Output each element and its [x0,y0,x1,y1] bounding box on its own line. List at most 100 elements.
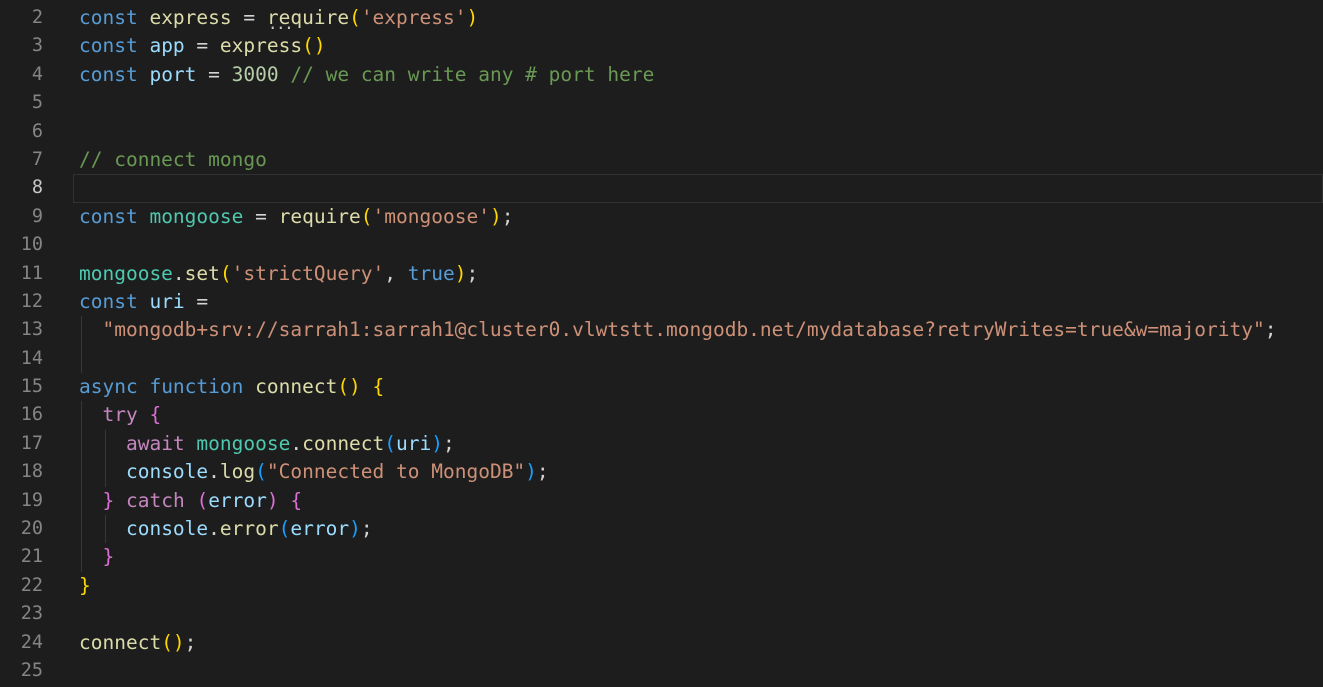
code-token: = [184,34,220,58]
code-token: const [79,204,138,228]
code-token: connect [255,375,338,399]
code-line-text[interactable]: } catch (error) { [79,487,1323,515]
code-line[interactable]: 25 [0,657,1323,685]
code-line[interactable]: 14 [0,344,1323,374]
code-token: } [102,545,115,569]
code-line-text[interactable]: connect(); [79,629,1323,657]
line-number: 9 [31,205,43,227]
code-line[interactable]: 23 [0,600,1323,628]
code-line[interactable]: 12 const uri = [0,288,1323,316]
code-line[interactable]: 17 await mongoose.connect(uri); [0,429,1323,459]
code-line[interactable]: 9 const mongoose = require('mongoose'); [0,203,1323,231]
code-line-text[interactable]: const express = require('express') [79,4,1323,32]
code-token: ( [219,261,232,285]
code-line-text[interactable]: "mongodb+srv://sarrah1:sarrah1@cluster0.… [79,316,1323,344]
code-line[interactable]: 11 mongoose.set('strictQuery', true); [0,260,1323,288]
code-line-text[interactable]: try { [79,401,1323,429]
code-token: connect [302,431,385,455]
code-line-text[interactable]: // connect mongo [79,146,1323,174]
line-number: 11 [20,262,43,284]
indent-guide [81,458,82,487]
line-number: 14 [20,347,43,369]
code-line[interactable]: 10 [0,231,1323,259]
code-line[interactable]: 20 console.error(error); [0,515,1323,544]
code-line[interactable]: 22} [0,572,1323,600]
indent-guide [81,515,82,544]
code-token: ; [360,517,373,541]
code-token: "mongodb+srv://sarrah1:sarrah1@cluster0.… [102,318,1265,342]
code-line-text[interactable] [79,600,1323,628]
code-line-text[interactable]: await mongoose.connect(uri); [79,430,1323,458]
code-editor[interactable]: 2const express = require('express')3cons… [0,0,1323,687]
code-line-text[interactable] [79,118,1323,146]
code-token: connect [79,630,162,654]
indent-guide [104,515,106,544]
code-token: () [302,34,326,58]
code-line-text[interactable] [79,345,1323,373]
indent-guide [81,401,82,430]
code-line-text[interactable]: const mongoose = require('mongoose'); [79,203,1323,231]
code-line[interactable]: 15 async function connect() { [0,373,1323,401]
code-token: { [290,488,303,512]
code-line[interactable]: 7 // connect mongo [0,146,1323,174]
code-token: log [219,460,256,484]
code-line-text[interactable]: console.error(error); [79,515,1323,543]
code-line[interactable]: 18 console.log("Connected to MongoDB"); [0,458,1323,487]
code-token: set [184,261,220,285]
code-line[interactable]: 4 const port = 3000 // we can write any #… [0,61,1323,89]
code-area[interactable]: 2const express = require('express')3cons… [0,4,1323,685]
code-line-text[interactable]: } [79,572,1323,600]
code-token: mongoose [79,261,173,285]
code-token: error [219,517,279,541]
code-token: 'mongoose' [372,204,490,228]
code-line-text[interactable]: const app = express() [79,32,1323,60]
line-number: 13 [20,319,43,341]
code-line[interactable]: 3 const app = express() [0,32,1323,60]
code-token: 'strictQuery' [231,261,385,285]
code-token: ) [525,460,537,484]
code-line-active[interactable]: 8 [0,174,1323,204]
line-number: 18 [20,461,43,483]
code-token: app [149,34,185,58]
code-line[interactable]: 16 try { [0,401,1323,430]
code-line-text[interactable] [79,231,1323,259]
code-line[interactable]: 6 [0,118,1323,146]
code-token: } [102,488,115,512]
code-token: await [125,431,185,455]
code-token: const [79,289,138,313]
code-token: = [243,204,279,228]
line-number: 12 [20,290,43,312]
line-number: 6 [31,120,43,142]
code-token: ) [489,204,502,228]
code-line-text[interactable]: mongoose.set('strictQuery', true); [79,260,1323,288]
code-token: const [79,62,138,86]
code-line-text[interactable]: async function connect() { [79,373,1323,401]
code-line[interactable]: 24 connect(); [0,629,1323,657]
code-line[interactable]: 19 } catch (error) { [0,486,1323,516]
line-number: 24 [20,631,43,653]
code-line-text[interactable] [79,174,1323,202]
code-line-text[interactable] [79,89,1323,117]
line-number: 5 [31,92,43,114]
code-token: ; [501,204,514,228]
code-token: = [231,6,267,29]
indent-guide [81,543,82,572]
code-line[interactable]: 2 const express = require('express') [0,4,1323,32]
code-line-text[interactable]: } [79,543,1323,571]
indent-guide [81,316,82,345]
line-number: 15 [20,376,43,398]
code-line-text[interactable]: const port = 3000 // we can write any # … [79,61,1323,89]
code-line-text[interactable] [79,657,1323,685]
code-line-text[interactable]: console.log("Connected to MongoDB"); [79,458,1323,486]
code-line-text[interactable]: const uri = [79,288,1323,316]
code-line[interactable]: 21 } [0,543,1323,572]
code-line[interactable]: 5 [0,89,1323,117]
code-token: error [290,517,350,541]
code-line[interactable]: 13 "mongodb+srv://sarrah1:sarrah1@cluste… [0,316,1323,345]
